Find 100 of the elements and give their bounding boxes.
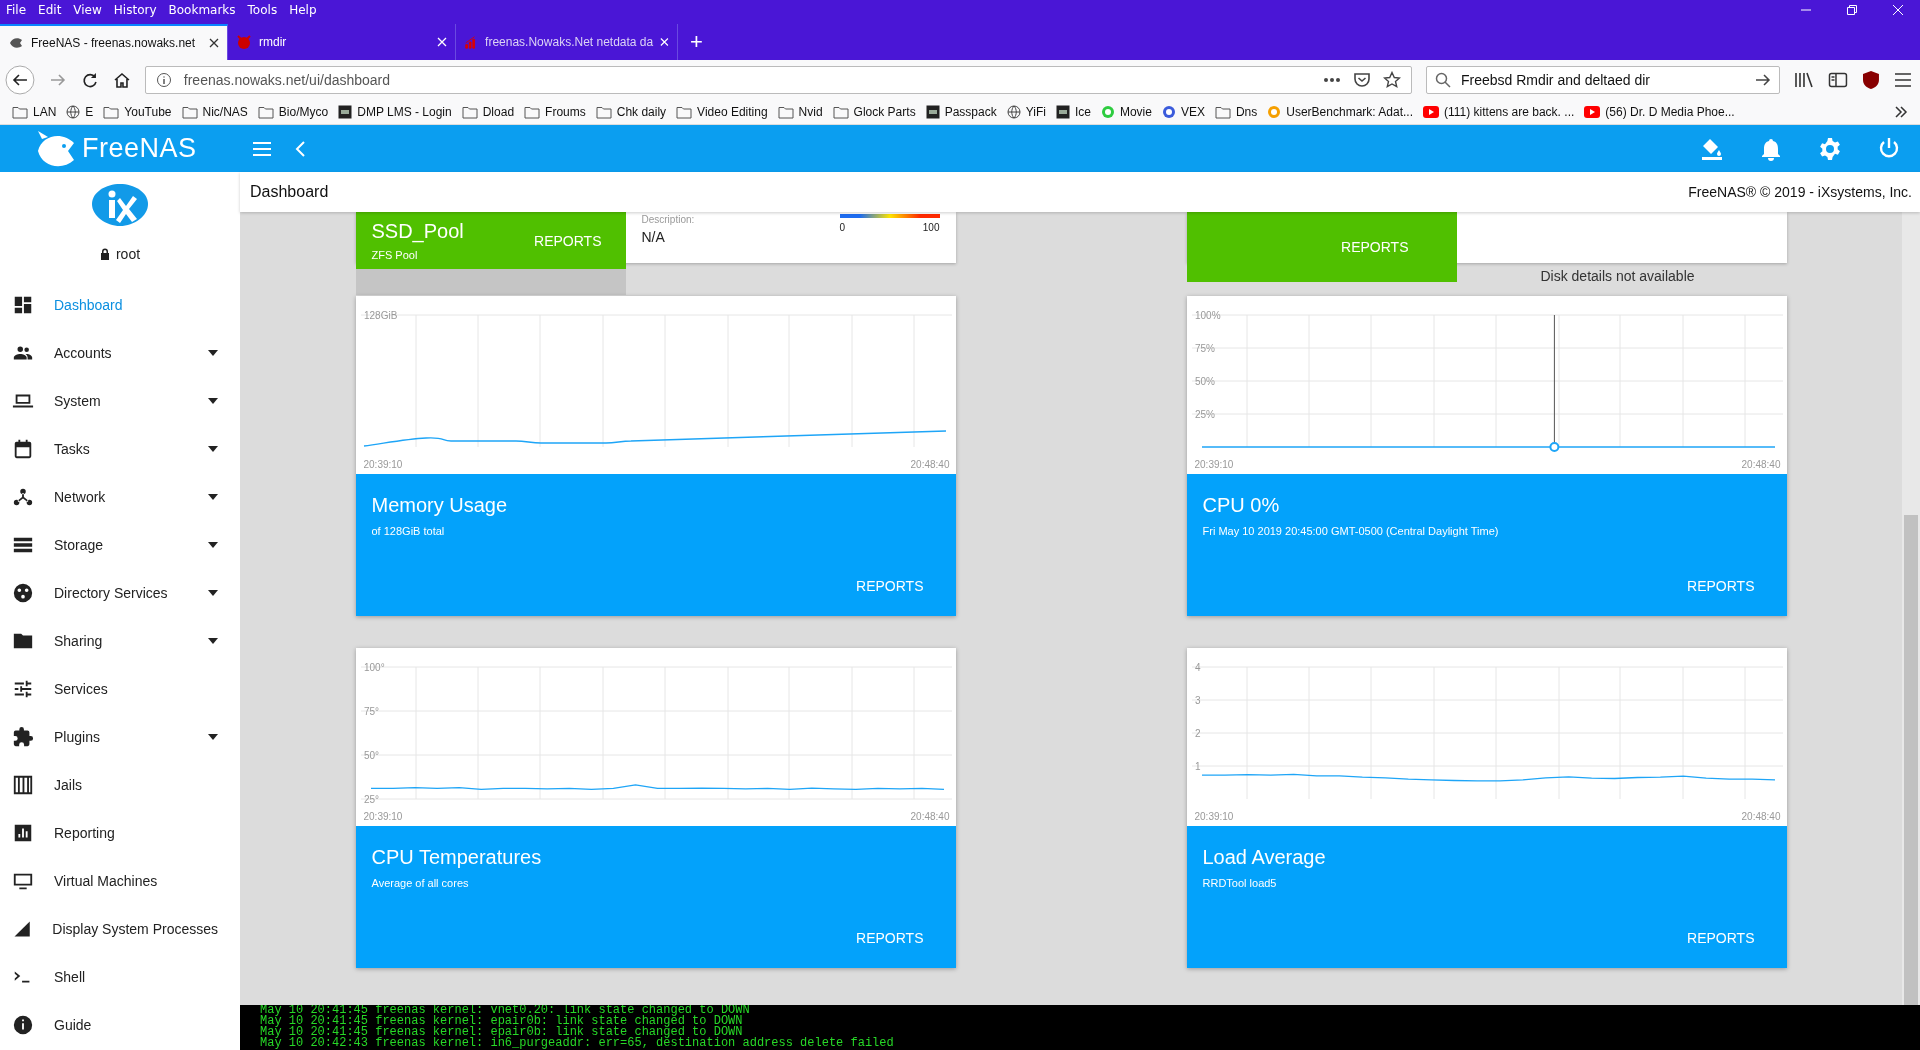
menu-item[interactable]: Help bbox=[289, 3, 317, 17]
puzzle-icon bbox=[12, 726, 34, 748]
bookmark[interactable]: Glock Parts bbox=[832, 105, 916, 119]
bookmark[interactable]: Ice bbox=[1055, 105, 1091, 119]
nav-item[interactable]: Tasks bbox=[0, 425, 240, 473]
y-tick-label: 50° bbox=[363, 749, 379, 761]
folder-icon bbox=[181, 105, 198, 119]
bookmark[interactable]: (111) kittens are back. ... bbox=[1423, 105, 1575, 119]
widget-subtitle: Average of all cores bbox=[371, 877, 470, 889]
folder-icon bbox=[676, 105, 693, 119]
scrollbar[interactable] bbox=[1902, 212, 1920, 1005]
nav-item[interactable]: Dashboard bbox=[0, 281, 240, 329]
search-icon bbox=[1434, 72, 1451, 88]
bookmark[interactable]: Movie bbox=[1100, 105, 1152, 119]
y-tick-label: 3 bbox=[1194, 694, 1201, 706]
nav-item[interactable]: Storage bbox=[0, 521, 240, 569]
nav-item[interactable]: System bbox=[0, 377, 240, 425]
arrow-icon[interactable] bbox=[1755, 72, 1772, 88]
time-label: 20:48:40 bbox=[1741, 459, 1781, 472]
shield-icon[interactable] bbox=[1862, 70, 1881, 90]
bookmark[interactable]: UserBenchmark: Adat... bbox=[1267, 105, 1413, 119]
app-icon bbox=[925, 105, 940, 119]
disk-note: Disk details not available bbox=[1539, 268, 1696, 284]
menu-icon[interactable] bbox=[1894, 72, 1912, 88]
nav-item[interactable]: Accounts bbox=[0, 329, 240, 377]
y-tick-label: 100% bbox=[1194, 309, 1221, 321]
forward-icon[interactable] bbox=[48, 71, 67, 89]
menu-item[interactable]: Tools bbox=[247, 3, 278, 17]
restore-icon[interactable] bbox=[1846, 4, 1858, 16]
bookmark[interactable]: Dns bbox=[1214, 105, 1258, 119]
chevron-icon[interactable] bbox=[1894, 106, 1908, 118]
home-icon[interactable] bbox=[112, 71, 131, 89]
bookmark[interactable]: Dload bbox=[461, 105, 515, 119]
y-tick-label: 4 bbox=[1194, 661, 1201, 673]
bookmark[interactable]: Chk daily bbox=[595, 105, 667, 119]
folder-icon bbox=[12, 105, 28, 119]
menu-item[interactable]: File bbox=[6, 3, 27, 17]
circle-dots-icon bbox=[12, 582, 34, 604]
bookmark[interactable]: YiFi bbox=[1006, 105, 1046, 119]
new-tab-button[interactable]: + bbox=[678, 24, 715, 60]
bookmark[interactable]: LAN bbox=[12, 105, 57, 119]
bell-icon[interactable] bbox=[1760, 136, 1782, 161]
y-tick-label: 100° bbox=[363, 661, 385, 673]
settings-icon[interactable] bbox=[1818, 136, 1842, 161]
scroll-thumb[interactable] bbox=[1904, 515, 1918, 1005]
bookmark[interactable]: VEX bbox=[1161, 105, 1205, 119]
search-field[interactable]: Freebsd Rmdir and deltaed dir bbox=[1425, 66, 1781, 94]
menu-item[interactable]: Edit bbox=[38, 3, 62, 17]
address-field[interactable]: freenas.nowaks.net/ui/dashboard bbox=[144, 66, 1412, 94]
nav-item[interactable]: Network bbox=[0, 473, 240, 521]
back-icon[interactable] bbox=[5, 65, 35, 95]
bookmark[interactable]: Froums bbox=[524, 105, 586, 119]
nav-item[interactable]: Reporting bbox=[0, 809, 240, 857]
nav-item[interactable]: Guide bbox=[0, 1001, 240, 1049]
star-icon[interactable] bbox=[1382, 71, 1401, 89]
nav-item[interactable]: Directory Services bbox=[0, 569, 240, 617]
nav-item[interactable]: Display System Processes bbox=[0, 905, 240, 953]
nav-item[interactable]: Jails bbox=[0, 761, 240, 809]
play-icon bbox=[1584, 106, 1601, 118]
library-icon[interactable] bbox=[1794, 71, 1815, 89]
more-icon[interactable] bbox=[1322, 77, 1341, 83]
y-tick-label: 50% bbox=[1194, 375, 1215, 387]
logo-text: FreeNAS bbox=[82, 133, 197, 164]
time-label: 20:39:10 bbox=[1194, 811, 1234, 824]
info-icon bbox=[12, 1014, 34, 1036]
bookmark[interactable]: Nvid bbox=[777, 105, 823, 119]
y-tick-label: 25° bbox=[363, 793, 379, 805]
folder-icon bbox=[595, 105, 612, 119]
console-line: May 10 20:41:45 freenas kernel: epair0b: link state changed to DOWN bbox=[260, 1016, 744, 1027]
nav-item[interactable]: Sharing bbox=[0, 617, 240, 665]
bookmark[interactable]: Bio/Myco bbox=[257, 105, 329, 119]
description-label: Description: bbox=[641, 214, 696, 225]
close-icon[interactable] bbox=[209, 38, 219, 48]
bookmark[interactable]: E bbox=[66, 105, 94, 119]
pocket-icon[interactable] bbox=[1352, 71, 1371, 89]
y-tick-label: 25% bbox=[1194, 408, 1215, 420]
sliders-icon bbox=[12, 678, 34, 700]
menu-item[interactable]: View bbox=[73, 3, 102, 17]
sidebar-icon[interactable] bbox=[1828, 71, 1849, 89]
menu-item[interactable]: History bbox=[113, 3, 157, 17]
pool-type: ZFS Pool bbox=[371, 249, 419, 261]
nav-item[interactable]: Plugins bbox=[0, 713, 240, 761]
globe-icon bbox=[1006, 105, 1021, 119]
browser-tab[interactable]: FreeNAS - freenas.nowaks.net bbox=[0, 24, 228, 60]
bookmark[interactable]: Video Editing bbox=[676, 105, 768, 119]
calendar-icon bbox=[12, 438, 34, 460]
y-tick-label: 2 bbox=[1194, 727, 1201, 739]
bookmark[interactable]: Passpack bbox=[925, 105, 997, 119]
paint-bucket-icon[interactable] bbox=[1700, 136, 1724, 161]
nav-item[interactable]: Shell bbox=[0, 953, 240, 1001]
bookmark[interactable]: Nic/NAS bbox=[181, 105, 248, 119]
nav-item[interactable]: Virtual Machines bbox=[0, 857, 240, 905]
menu-item[interactable]: Bookmarks bbox=[168, 3, 236, 17]
info-icon bbox=[155, 72, 172, 88]
widget-subtitle: of 128GiB total bbox=[371, 525, 446, 537]
bookmark[interactable]: (56) Dr. D Media Phoe... bbox=[1584, 105, 1735, 119]
bookmark[interactable]: DMP LMS - Login bbox=[338, 105, 452, 119]
nav-item[interactable]: Services bbox=[0, 665, 240, 713]
bookmark[interactable]: YouTube bbox=[103, 105, 172, 119]
reload-icon[interactable] bbox=[80, 71, 99, 89]
